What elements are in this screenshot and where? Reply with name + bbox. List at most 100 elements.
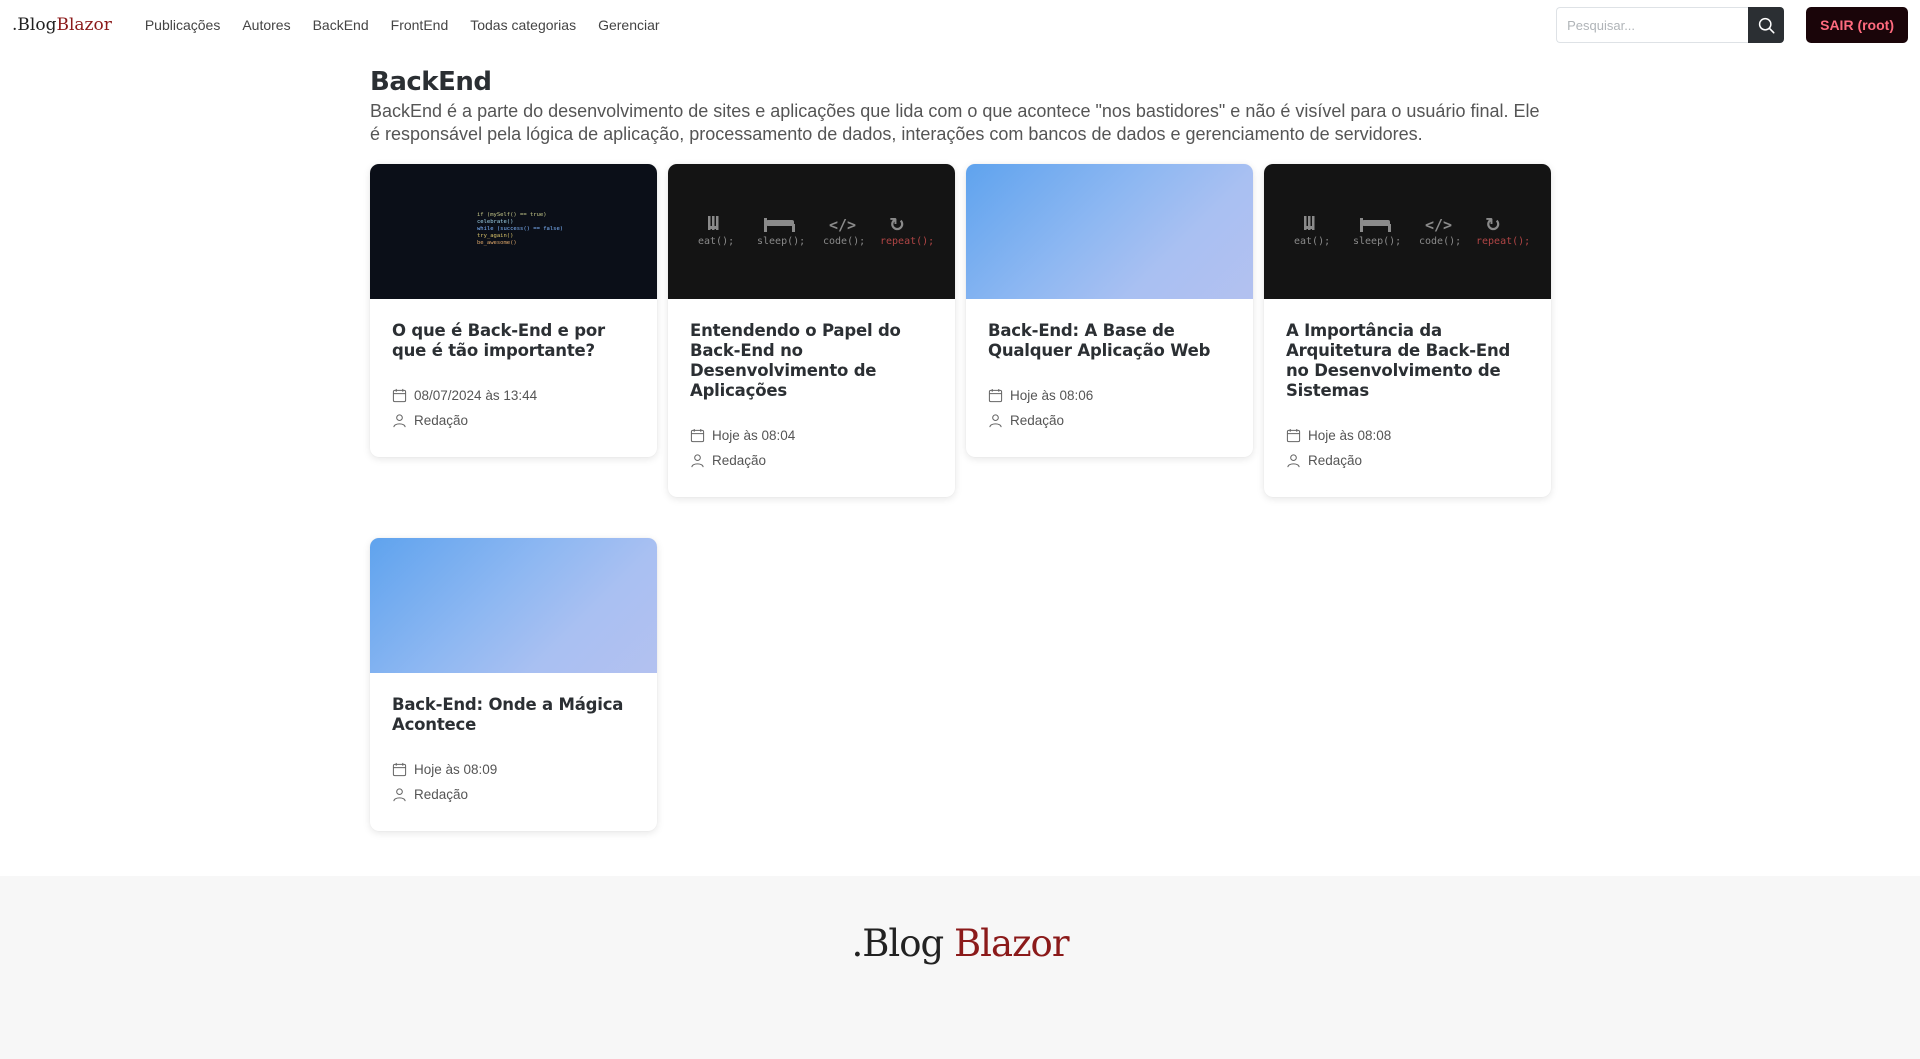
post-card[interactable]: </> ↻ eat(); sleep(); code(); repeat(); … bbox=[668, 164, 955, 497]
post-meta: Hoje às 08:04 Redação bbox=[690, 423, 935, 473]
post-thumbnail[interactable] bbox=[370, 538, 657, 673]
brand-logo[interactable]: .BlogBlazor bbox=[12, 15, 112, 35]
post-card-body: Entendendo o Papel do Back-End no Desenv… bbox=[668, 299, 955, 497]
code-line: celebrate() bbox=[477, 219, 513, 225]
post-thumbnail[interactable] bbox=[966, 164, 1253, 299]
repeat-icon: ↻ bbox=[889, 214, 905, 236]
eat-sleep-code-repeat-image: </> ↻ eat(); sleep(); code(); repeat(); bbox=[1294, 214, 1530, 247]
post-meta: Hoje às 08:06 Redação bbox=[988, 383, 1233, 433]
category-header: BackEnd BackEnd é a parte do desenvolvim… bbox=[370, 66, 1552, 146]
post-card-body: Back-End: Onde a Mágica Acontece Hoje às… bbox=[370, 673, 657, 831]
post-date-row: 08/07/2024 às 13:44 bbox=[392, 383, 637, 408]
calendar-icon bbox=[392, 762, 407, 777]
code-line: while (success() == false) bbox=[477, 226, 563, 232]
eat-label: eat(); bbox=[698, 236, 734, 247]
post-date: Hoje às 08:06 bbox=[1010, 388, 1094, 403]
nav-link-autores[interactable]: Autores bbox=[231, 17, 301, 33]
code-line: be_awesome() bbox=[477, 240, 517, 246]
footer: .Blog Blazor bbox=[0, 876, 1920, 1059]
person-icon bbox=[691, 454, 704, 468]
code-screen-image: if (mySelf() == true) celebrate() while … bbox=[477, 212, 563, 246]
post-thumbnail[interactable]: if (mySelf() == true) celebrate() while … bbox=[370, 164, 657, 299]
post-author: Redação bbox=[414, 413, 469, 428]
post-author-row: Redação bbox=[392, 408, 637, 433]
post-author: Redação bbox=[414, 787, 469, 802]
person-icon bbox=[1287, 454, 1300, 468]
footer-logo[interactable]: .Blog Blazor bbox=[0, 922, 1920, 965]
person-icon bbox=[989, 414, 1002, 428]
calendar-icon bbox=[690, 428, 705, 443]
post-date: Hoje às 08:04 bbox=[712, 428, 796, 443]
post-meta: Hoje às 08:09 Redação bbox=[392, 757, 637, 807]
post-date-row: Hoje às 08:06 bbox=[988, 383, 1233, 408]
calendar-icon bbox=[392, 388, 407, 403]
post-title[interactable]: O que é Back-End e por que é tão importa… bbox=[392, 321, 637, 361]
post-date: Hoje às 08:09 bbox=[414, 762, 498, 777]
post-card[interactable]: </> ↻ eat(); sleep(); code(); repeat(); … bbox=[1264, 164, 1551, 497]
brand-prefix: .Blog bbox=[12, 15, 57, 35]
post-date: 08/07/2024 às 13:44 bbox=[414, 388, 538, 403]
calendar-icon bbox=[1286, 428, 1301, 443]
post-author: Redação bbox=[712, 453, 767, 468]
post-card-body: O que é Back-End e por que é tão importa… bbox=[370, 299, 657, 457]
person-icon bbox=[393, 788, 406, 802]
nav-actions: SAIR (root) bbox=[1556, 7, 1908, 43]
eat-sleep-icons bbox=[708, 216, 795, 232]
nav-link-todas-categorias[interactable]: Todas categorias bbox=[459, 17, 587, 33]
post-card-body: Back-End: A Base de Qualquer Aplicação W… bbox=[966, 299, 1253, 457]
code-line: try_again() bbox=[477, 233, 513, 239]
post-meta: Hoje às 08:08 Redação bbox=[1286, 423, 1531, 473]
eat-sleep-icons bbox=[1304, 216, 1391, 232]
nav-link-gerenciar[interactable]: Gerenciar bbox=[587, 17, 670, 33]
post-date: Hoje às 08:08 bbox=[1308, 428, 1392, 443]
logout-button[interactable]: SAIR (root) bbox=[1806, 7, 1908, 43]
post-author: Redação bbox=[1010, 413, 1065, 428]
post-author-row: Redação bbox=[988, 408, 1233, 433]
post-card-body: A Importância da Arquitetura de Back-End… bbox=[1264, 299, 1551, 497]
post-date-row: Hoje às 08:04 bbox=[690, 423, 935, 448]
repeat-icon: ↻ bbox=[1485, 214, 1501, 236]
code-label: code(); bbox=[1419, 236, 1461, 247]
post-card[interactable]: Back-End: A Base de Qualquer Aplicação W… bbox=[966, 164, 1253, 457]
footer-brand-prefix: .Blog bbox=[851, 922, 944, 965]
nav-link-frontend[interactable]: FrontEnd bbox=[380, 17, 460, 33]
search-input[interactable] bbox=[1556, 7, 1749, 43]
code-label: code(); bbox=[823, 236, 865, 247]
post-title[interactable]: Back-End: A Base de Qualquer Aplicação W… bbox=[988, 321, 1233, 361]
eat-sleep-code-repeat-image: </> ↻ eat(); sleep(); code(); repeat(); bbox=[698, 214, 934, 247]
post-author-row: Redação bbox=[690, 448, 935, 473]
repeat-label: repeat(); bbox=[880, 236, 934, 247]
post-title[interactable]: Back-End: Onde a Mágica Acontece bbox=[392, 695, 637, 735]
repeat-label: repeat(); bbox=[1476, 236, 1530, 247]
eat-label: eat(); bbox=[1294, 236, 1330, 247]
post-card[interactable]: if (mySelf() == true) celebrate() while … bbox=[370, 164, 657, 457]
code-symbol: </> bbox=[1425, 216, 1452, 234]
post-date-row: Hoje às 08:09 bbox=[392, 757, 637, 782]
code-symbol: </> bbox=[829, 216, 856, 234]
post-author: Redação bbox=[1308, 453, 1363, 468]
calendar-icon bbox=[988, 388, 1003, 403]
page-title: BackEnd bbox=[370, 67, 492, 97]
sleep-label: sleep(); bbox=[757, 236, 805, 247]
post-title[interactable]: Entendendo o Papel do Back-End no Desenv… bbox=[690, 321, 935, 401]
nav-link-publicacoes[interactable]: Publicações bbox=[134, 17, 232, 33]
post-meta: 08/07/2024 às 13:44 Redação bbox=[392, 383, 637, 433]
sleep-label: sleep(); bbox=[1353, 236, 1401, 247]
person-icon bbox=[393, 414, 406, 428]
nav-links: Publicações Autores BackEnd FrontEnd Tod… bbox=[134, 17, 671, 33]
brand-accent: Blazor bbox=[56, 15, 112, 35]
code-line: if (mySelf() == true) bbox=[477, 212, 547, 218]
post-author-row: Redação bbox=[1286, 448, 1531, 473]
post-date-row: Hoje às 08:08 bbox=[1286, 423, 1531, 448]
post-card[interactable]: Back-End: Onde a Mágica Acontece Hoje às… bbox=[370, 538, 657, 831]
category-description: BackEnd é a parte do desenvolvimento de … bbox=[370, 101, 1540, 144]
post-thumbnail[interactable]: </> ↻ eat(); sleep(); code(); repeat(); bbox=[668, 164, 955, 299]
search-icon bbox=[1758, 17, 1775, 34]
post-author-row: Redação bbox=[392, 782, 637, 807]
nav-link-backend[interactable]: BackEnd bbox=[302, 17, 380, 33]
search-button[interactable] bbox=[1748, 7, 1785, 43]
post-title[interactable]: A Importância da Arquitetura de Back-End… bbox=[1286, 321, 1531, 401]
navbar: .BlogBlazor Publicações Autores BackEnd … bbox=[0, 0, 1920, 50]
post-thumbnail[interactable]: </> ↻ eat(); sleep(); code(); repeat(); bbox=[1264, 164, 1551, 299]
footer-brand-accent: Blazor bbox=[953, 922, 1070, 965]
